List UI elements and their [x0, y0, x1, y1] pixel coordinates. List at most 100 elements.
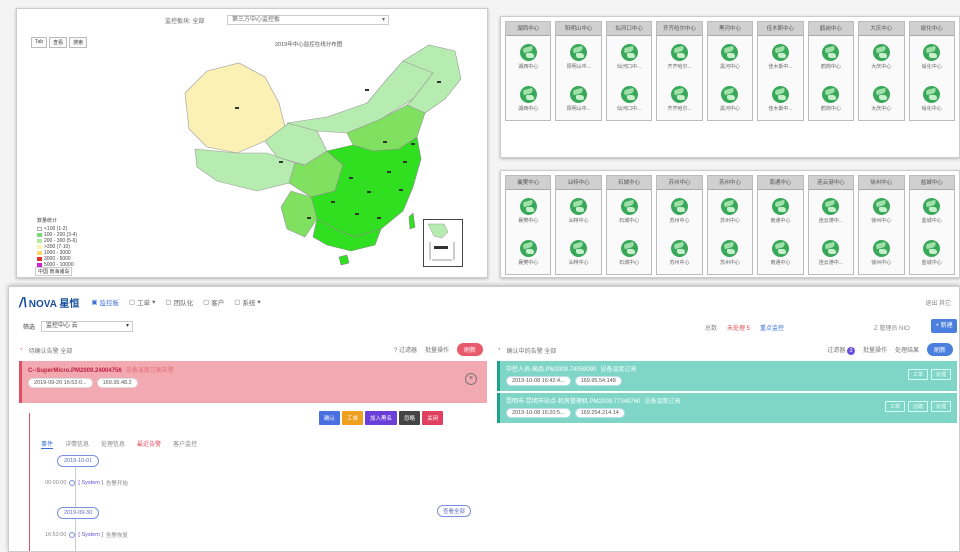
- map-tab[interactable]: Tab: [31, 37, 48, 48]
- center-cell[interactable]: 黑河中心: [708, 78, 752, 120]
- center-column-header[interactable]: 襄樊中心: [506, 176, 551, 190]
- tab-events[interactable]: 事件: [41, 439, 54, 449]
- batch-button[interactable]: 批量操作: [425, 345, 449, 354]
- user-menu[interactable]: Z 管理员 NIO: [874, 323, 910, 332]
- center-cell[interactable]: 湖西中心: [506, 36, 550, 78]
- center-cell[interactable]: 鹤岗中心: [809, 36, 853, 78]
- center-cell[interactable]: 阳明山中...: [556, 78, 600, 120]
- center-cell[interactable]: 仙河口中...: [607, 78, 651, 120]
- total-link[interactable]: 总数: [705, 323, 717, 332]
- center-cell[interactable]: 湖西中心: [506, 78, 550, 120]
- center-column-header[interactable]: 苏州中心: [657, 176, 702, 190]
- focus-link[interactable]: 重点监控: [760, 323, 784, 332]
- card-handle-button[interactable]: 处理: [930, 401, 951, 412]
- tab-handling[interactable]: 处理信息: [101, 439, 125, 449]
- center-column-header[interactable]: 绥化中心: [909, 22, 954, 36]
- ignore-button[interactable]: 忽略: [399, 411, 421, 425]
- center-column-header[interactable]: 汕特中心: [556, 176, 601, 190]
- nav-team[interactable]: ▢ 团队化: [165, 297, 193, 307]
- center-cell[interactable]: 苏州中心: [708, 190, 752, 232]
- center-column-header[interactable]: 黑河中心: [707, 22, 753, 36]
- center-cell[interactable]: 盐城中心: [910, 190, 954, 232]
- center-cell[interactable]: 佳木斯中...: [758, 78, 802, 120]
- alarm-card[interactable]: C--SuperMicro.PM2009.24004756 设备温度过高告警 20…: [19, 361, 487, 403]
- center-cell[interactable]: 连云港中...: [809, 232, 853, 274]
- center-cell[interactable]: 南通中心: [758, 190, 802, 232]
- alarm-status: 设备温度过高告警: [125, 368, 174, 374]
- center-cell[interactable]: 齐齐哈尔...: [657, 36, 701, 78]
- filter-button[interactable]: 过滤器 3: [827, 345, 855, 355]
- center-cell[interactable]: 鹤岗中心: [809, 78, 853, 120]
- tab-details[interactable]: 详情信息: [65, 439, 89, 449]
- confirm-button[interactable]: 确认: [319, 411, 341, 425]
- center-cell[interactable]: 徐州中心: [859, 232, 903, 274]
- filter-button[interactable]: ? 过滤器: [394, 345, 417, 354]
- nav-customer[interactable]: ▢ 客户: [203, 297, 224, 307]
- center-cell[interactable]: 齐齐哈尔...: [657, 78, 701, 120]
- unhandled-link[interactable]: 未处理 5: [727, 323, 750, 332]
- batch-button[interactable]: 批量操作: [863, 345, 887, 354]
- center-column-header[interactable]: 齐齐哈尔中心: [657, 22, 702, 36]
- china-map[interactable]: [167, 41, 467, 271]
- center-column-header[interactable]: 鹤岗中心: [808, 22, 854, 36]
- center-column-header[interactable]: 佳木斯中心: [758, 22, 803, 36]
- tab-customer-monitor[interactable]: 客户监控: [173, 439, 197, 449]
- card-create-button[interactable]: 创建: [907, 401, 928, 412]
- center-cell[interactable]: 石城中心: [607, 190, 651, 232]
- nav-system[interactable]: ▢ 系统 ▾: [234, 297, 260, 307]
- center-cell[interactable]: 绥化中心: [910, 78, 954, 120]
- center-cell[interactable]: 盐城中心: [910, 232, 954, 274]
- alarm-card[interactable]: 昆明市-昆明市站点-机房管理机.PM2009.77349760 设备温度过高 20…: [497, 393, 957, 423]
- center-cell[interactable]: 绥化中心: [910, 36, 954, 78]
- view-all-button[interactable]: 查看全部: [437, 505, 472, 517]
- center-cell[interactable]: 阳明山中...: [556, 36, 600, 78]
- center-cell[interactable]: 南通中心: [758, 232, 802, 274]
- result-button[interactable]: 处理结果: [895, 345, 919, 354]
- center-column-header[interactable]: 徐州中心: [859, 176, 904, 190]
- close-icon[interactable]: ×: [465, 373, 477, 385]
- center-cell[interactable]: 连云港中...: [809, 190, 853, 232]
- blacklist-button[interactable]: 加入黑名: [365, 411, 398, 425]
- center-column-header[interactable]: 盐城中心: [909, 176, 954, 190]
- center-cell[interactable]: 襄樊中心: [506, 190, 550, 232]
- center-cell[interactable]: 佳木斯中...: [758, 36, 802, 78]
- center-column-header[interactable]: 苏州中心: [707, 176, 753, 190]
- card-handle-button[interactable]: 处理: [930, 369, 951, 380]
- center-column-header[interactable]: 仙河口中心: [606, 22, 652, 36]
- center-cell[interactable]: 苏州中心: [657, 232, 701, 274]
- map-tab[interactable]: 查看: [49, 37, 68, 48]
- nav-right-links[interactable]: 退出 其它: [925, 298, 951, 307]
- center-column-header[interactable]: 石城中心: [606, 176, 652, 190]
- center-cell[interactable]: 徐州中心: [859, 190, 903, 232]
- center-cell[interactable]: 仙河口中...: [607, 36, 651, 78]
- center-column-header[interactable]: 湖西中心: [506, 22, 551, 36]
- add-button[interactable]: + 新建: [931, 319, 957, 333]
- nav-monitor[interactable]: ▣ 监控板: [91, 297, 119, 307]
- center-filter-select[interactable]: 监控中心 云 ▾: [41, 321, 134, 332]
- nav-workorder[interactable]: ▢ 工单 ▾: [129, 297, 155, 307]
- center-cell[interactable]: 汕特中心: [556, 190, 600, 232]
- map-tab[interactable]: 搜索: [69, 37, 88, 48]
- card-workorder-button[interactable]: 工单: [884, 401, 905, 412]
- center-cell[interactable]: 苏州中心: [708, 232, 752, 274]
- center-column-header[interactable]: 南通中心: [758, 176, 803, 190]
- center-column-header[interactable]: 连云港中心: [808, 176, 854, 190]
- refresh-pill[interactable]: 刷新: [926, 343, 953, 356]
- map-center-select[interactable]: 第三方中心监控板 ▾: [227, 15, 389, 25]
- workorder-button[interactable]: 工单: [342, 411, 364, 425]
- nova-logo[interactable]: /\ NOVA 星恒: [19, 294, 79, 310]
- tab-recent-alarms[interactable]: 最近告警: [137, 439, 161, 449]
- center-cell[interactable]: 大庆中心: [859, 36, 903, 78]
- alarm-card[interactable]: 中控人员-高品.PM2009.74059090 设备温度过高 2019-10-08…: [497, 361, 957, 391]
- center-cell[interactable]: 汕特中心: [556, 232, 600, 274]
- center-column-header[interactable]: 阳明山中心: [556, 22, 601, 36]
- card-workorder-button[interactable]: 工单: [907, 369, 928, 380]
- center-cell[interactable]: 黑河中心: [708, 36, 752, 78]
- center-cell[interactable]: 襄樊中心: [506, 232, 550, 274]
- center-cell[interactable]: 苏州中心: [657, 190, 701, 232]
- close-button[interactable]: 关闭: [422, 411, 444, 425]
- center-cell[interactable]: 石城中心: [607, 232, 651, 274]
- center-column-header[interactable]: 大庆中心: [859, 22, 904, 36]
- refresh-pill[interactable]: 刷新: [456, 343, 483, 356]
- center-cell[interactable]: 大庆中心: [859, 78, 903, 120]
